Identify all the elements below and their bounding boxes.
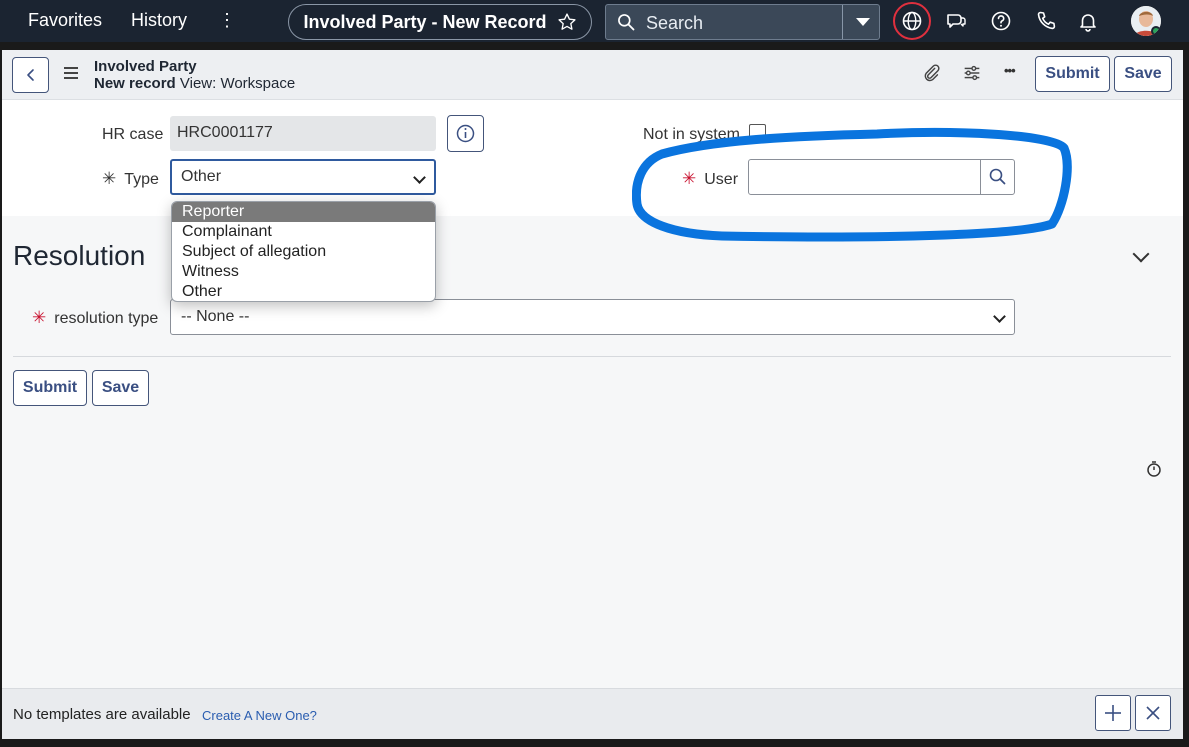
star-icon[interactable]: [557, 12, 577, 32]
header-submit-button[interactable]: Submit: [1035, 56, 1110, 92]
header-save-button[interactable]: Save: [1114, 56, 1172, 92]
resolution-type-value: -- None --: [181, 308, 250, 325]
settings-sliders-icon[interactable]: [961, 62, 983, 84]
record-title-pill[interactable]: Involved Party - New Record: [288, 4, 592, 40]
record-subtitle: New record View: Workspace: [94, 75, 295, 92]
user-avatar[interactable]: [1131, 6, 1161, 36]
hr-case-field: HRC0001177: [170, 116, 436, 151]
add-template-button[interactable]: [1095, 695, 1131, 731]
type-label: ✳ Type: [102, 169, 159, 188]
phone-icon[interactable]: [1034, 9, 1058, 33]
close-templates-button[interactable]: [1135, 695, 1171, 731]
help-icon[interactable]: [989, 9, 1013, 33]
record-view: View: Workspace: [179, 75, 296, 92]
search-icon: [618, 14, 635, 31]
stopwatch-icon[interactable]: [1145, 460, 1163, 478]
plus-icon: [1105, 705, 1121, 721]
hr-case-info-button[interactable]: [447, 115, 484, 152]
back-button[interactable]: [12, 57, 49, 93]
type-option[interactable]: Reporter: [172, 202, 435, 222]
required-indicator-icon: ✳: [102, 169, 117, 188]
nav-more-icon[interactable]: ⋮: [218, 8, 236, 32]
window-bottom-edge: [0, 739, 1189, 747]
info-icon: [456, 124, 475, 143]
nav-history[interactable]: History: [131, 10, 187, 31]
type-option[interactable]: Other: [172, 282, 435, 301]
type-option[interactable]: Subject of allegation: [172, 242, 435, 262]
chevron-down-icon: [413, 171, 426, 184]
context-menu-icon[interactable]: [64, 67, 78, 79]
save-button[interactable]: Save: [92, 370, 149, 406]
paperclip-icon[interactable]: [920, 62, 942, 84]
record-title: Involved Party - New Record: [303, 11, 547, 32]
hr-case-label: HR case: [102, 126, 164, 143]
presence-status-icon: [1151, 26, 1161, 36]
annotation-highlight-icon: [632, 128, 1072, 242]
resolution-section-title: Resolution: [13, 240, 146, 271]
record-table-title: Involved Party: [94, 58, 197, 75]
resolution-type-select[interactable]: -- None --: [170, 299, 1015, 335]
chevron-left-icon: [26, 69, 34, 81]
globe-icon: [902, 11, 922, 31]
templates-message: No templates are available: [13, 706, 191, 723]
type-option[interactable]: Complainant: [172, 222, 435, 242]
create-template-link[interactable]: Create A New One?: [202, 708, 317, 723]
chevron-down-icon: [993, 310, 1006, 323]
nav-favorites[interactable]: Favorites: [28, 10, 102, 31]
section-divider: [13, 356, 1171, 357]
record-state: New record: [94, 75, 176, 92]
record-workspace: Involved Party New record View: Workspac…: [2, 50, 1183, 739]
bell-icon[interactable]: [1076, 9, 1100, 33]
resolution-type-label: ✳ resolution type: [32, 308, 159, 327]
search-divider: [842, 5, 843, 39]
type-select[interactable]: Other: [170, 159, 436, 195]
close-icon: [1146, 706, 1160, 720]
type-options-list: Reporter Complainant Subject of allegati…: [171, 201, 436, 302]
section-collapse-chevron-icon[interactable]: [1132, 245, 1150, 263]
required-indicator-icon: ✳: [32, 308, 47, 327]
type-selected-value: Other: [181, 168, 222, 185]
chat-icon[interactable]: [944, 9, 968, 33]
record-header: Involved Party New record View: Workspac…: [2, 50, 1183, 100]
global-search[interactable]: Search: [605, 4, 880, 40]
search-scope-caret-icon[interactable]: [856, 18, 870, 26]
type-option[interactable]: Witness: [172, 262, 435, 282]
templates-bar: No templates are available Create A New …: [2, 688, 1183, 739]
search-label: Search: [646, 13, 704, 33]
submit-button[interactable]: Submit: [13, 370, 87, 406]
more-actions-icon[interactable]: •••: [1004, 63, 1016, 78]
top-navigation: Favorites History ⋮ Involved Party - New…: [0, 0, 1189, 42]
